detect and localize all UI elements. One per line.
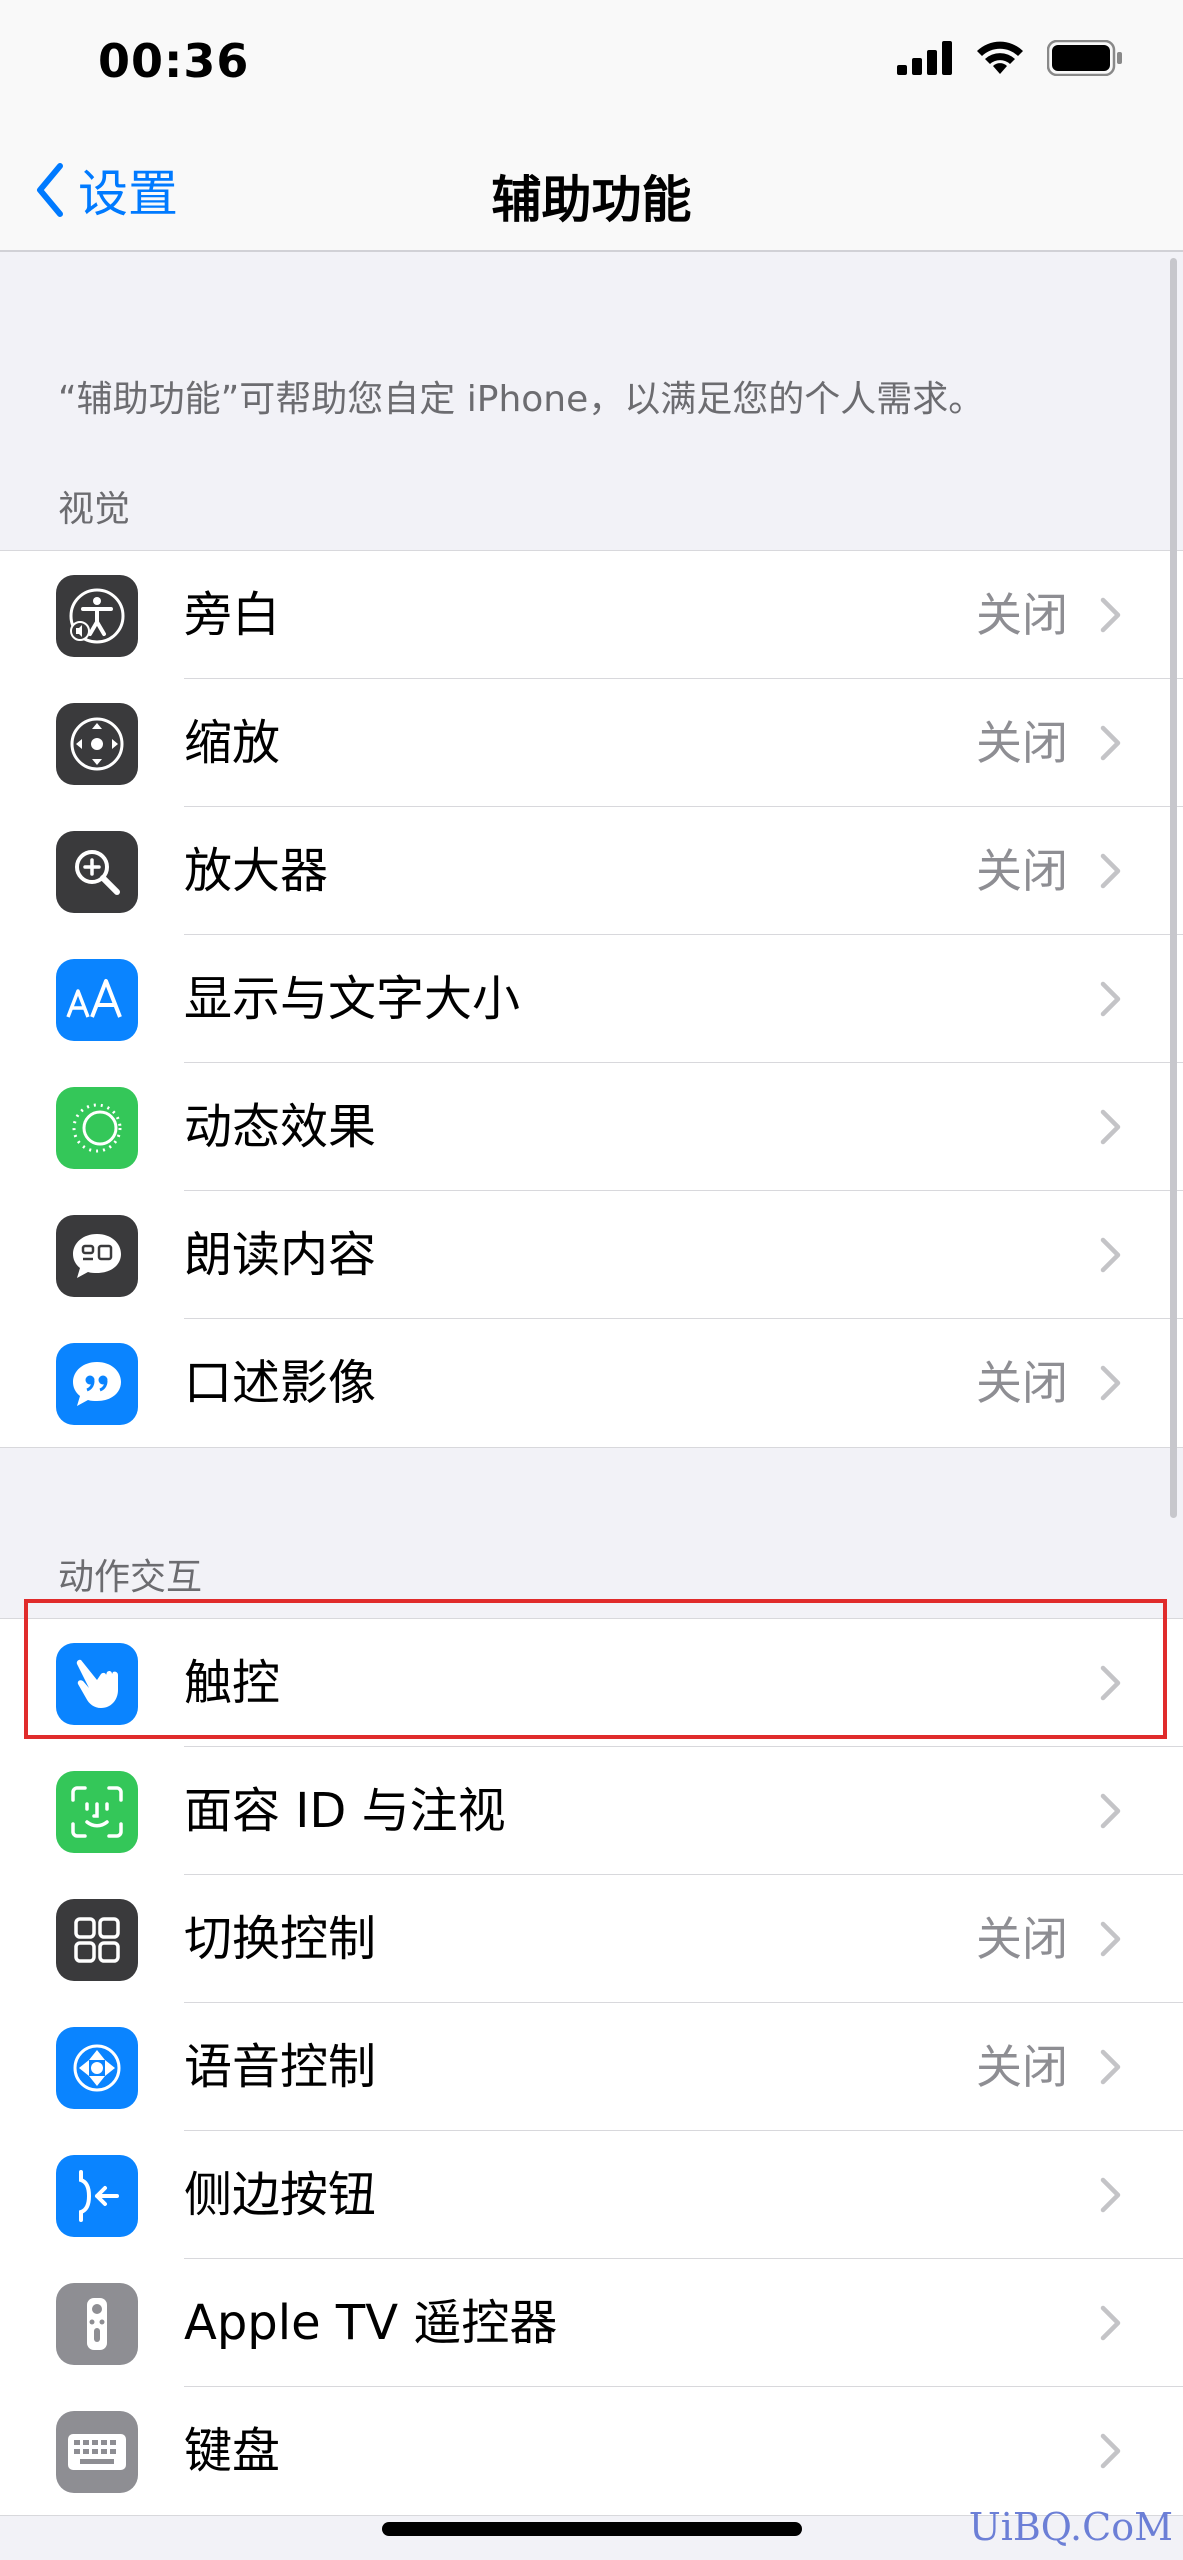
voice-control-icon <box>56 2027 138 2109</box>
audio-description-icon <box>56 1343 138 1425</box>
row-motion[interactable]: 动态效果 <box>0 1063 1183 1191</box>
wifi-icon <box>977 41 1023 74</box>
battery-icon <box>1047 40 1122 76</box>
chevron-right-icon <box>1100 1793 1121 1829</box>
row-apple-tv-remote[interactable]: Apple TV 遥控器 <box>0 2259 1183 2387</box>
row-label: 切换控制 <box>184 1911 377 1967</box>
spoken-content-icon <box>56 1215 138 1297</box>
text-size-icon <box>56 959 138 1041</box>
motion-icon <box>56 1087 138 1169</box>
row-magnifier[interactable]: 放大器 关闭 <box>0 807 1183 935</box>
row-label: 口述影像 <box>184 1355 377 1411</box>
chevron-right-icon <box>1100 597 1121 633</box>
switch-control-icon <box>56 1899 138 1981</box>
apple-tv-remote-icon <box>56 2283 138 2365</box>
row-value: 关闭 <box>976 2040 1068 2094</box>
home-indicator[interactable] <box>382 2522 802 2536</box>
keyboard-icon <box>56 2411 138 2493</box>
row-label: 键盘 <box>184 2423 281 2479</box>
watermark: UiBQ.CoM <box>968 2505 1173 2549</box>
row-value: 关闭 <box>976 588 1068 642</box>
chevron-right-icon <box>1100 981 1121 1017</box>
chevron-right-icon <box>1100 1237 1121 1273</box>
chevron-right-icon <box>1100 1921 1121 1957</box>
row-spoken-content[interactable]: 朗读内容 <box>0 1191 1183 1319</box>
touch-row-highlight-box <box>24 1599 1167 1739</box>
chevron-right-icon <box>1100 2433 1121 2469</box>
row-label: 缩放 <box>184 715 281 771</box>
intro-text: “辅助功能”可帮助您自定 iPhone，以满足您的个人需求。 <box>58 379 985 420</box>
chevron-right-icon <box>1100 2305 1121 2341</box>
page-title: 辅助功能 <box>491 171 692 229</box>
voiceover-icon <box>56 575 138 657</box>
row-value: 关闭 <box>976 844 1068 898</box>
chevron-right-icon <box>1100 2049 1121 2085</box>
row-zoom[interactable]: 缩放 关闭 <box>0 679 1183 807</box>
status-icons <box>897 40 1123 76</box>
chevron-right-icon <box>1100 725 1121 761</box>
row-face-id-attention[interactable]: 面容 ID 与注视 <box>0 1747 1183 1875</box>
chevron-right-icon <box>1100 2177 1121 2213</box>
chevron-right-icon <box>1100 853 1121 889</box>
row-side-button[interactable]: 侧边按钮 <box>0 2131 1183 2259</box>
section-vision: 旁白 关闭 缩放 关闭 放大器 关闭 显示与文字大小 动态效果 朗读内容 口述影… <box>0 550 1183 1448</box>
chevron-right-icon <box>1100 1365 1121 1401</box>
row-label: 侧边按钮 <box>184 2167 377 2223</box>
row-value: 关闭 <box>976 1912 1068 1966</box>
side-button-icon <box>56 2155 138 2237</box>
status-time: 00:36 <box>98 34 250 88</box>
row-label: 旁白 <box>184 587 281 643</box>
row-keyboard[interactable]: 键盘 <box>0 2387 1183 2515</box>
row-value: 关闭 <box>976 1356 1068 1410</box>
row-label: Apple TV 遥控器 <box>184 2295 558 2351</box>
row-label: 朗读内容 <box>184 1227 377 1283</box>
row-label: 放大器 <box>184 843 329 899</box>
row-label: 语音控制 <box>184 2039 377 2095</box>
row-label: 面容 ID 与注视 <box>184 1783 506 1839</box>
row-audio-description[interactable]: 口述影像 关闭 <box>0 1319 1183 1447</box>
cellular-signal-icon <box>897 41 952 75</box>
section-physical-motor: 触控 面容 ID 与注视 切换控制 关闭 语音控制 关闭 侧边按钮 Apple … <box>0 1618 1183 2516</box>
section-title-vision: 视觉 <box>58 489 131 530</box>
status-bar: 00:36 <box>0 0 1183 120</box>
navigation-bar: 设置 辅助功能 <box>0 120 1183 252</box>
magnifier-icon <box>56 831 138 913</box>
row-value: 关闭 <box>976 716 1068 770</box>
row-label: 显示与文字大小 <box>184 971 521 1027</box>
scroll-indicator[interactable] <box>1170 258 1177 1518</box>
face-id-icon <box>56 1771 138 1853</box>
chevron-right-icon <box>1100 1109 1121 1145</box>
row-switch-control[interactable]: 切换控制 关闭 <box>0 1875 1183 2003</box>
row-display-text-size[interactable]: 显示与文字大小 <box>0 935 1183 1063</box>
settings-list[interactable]: “辅助功能”可帮助您自定 iPhone，以满足您的个人需求。 视觉 旁白 关闭 <box>0 252 1183 2516</box>
row-label: 动态效果 <box>184 1099 377 1155</box>
row-voice-control[interactable]: 语音控制 关闭 <box>0 2003 1183 2131</box>
row-voiceover[interactable]: 旁白 关闭 <box>0 551 1183 679</box>
zoom-icon <box>56 703 138 785</box>
